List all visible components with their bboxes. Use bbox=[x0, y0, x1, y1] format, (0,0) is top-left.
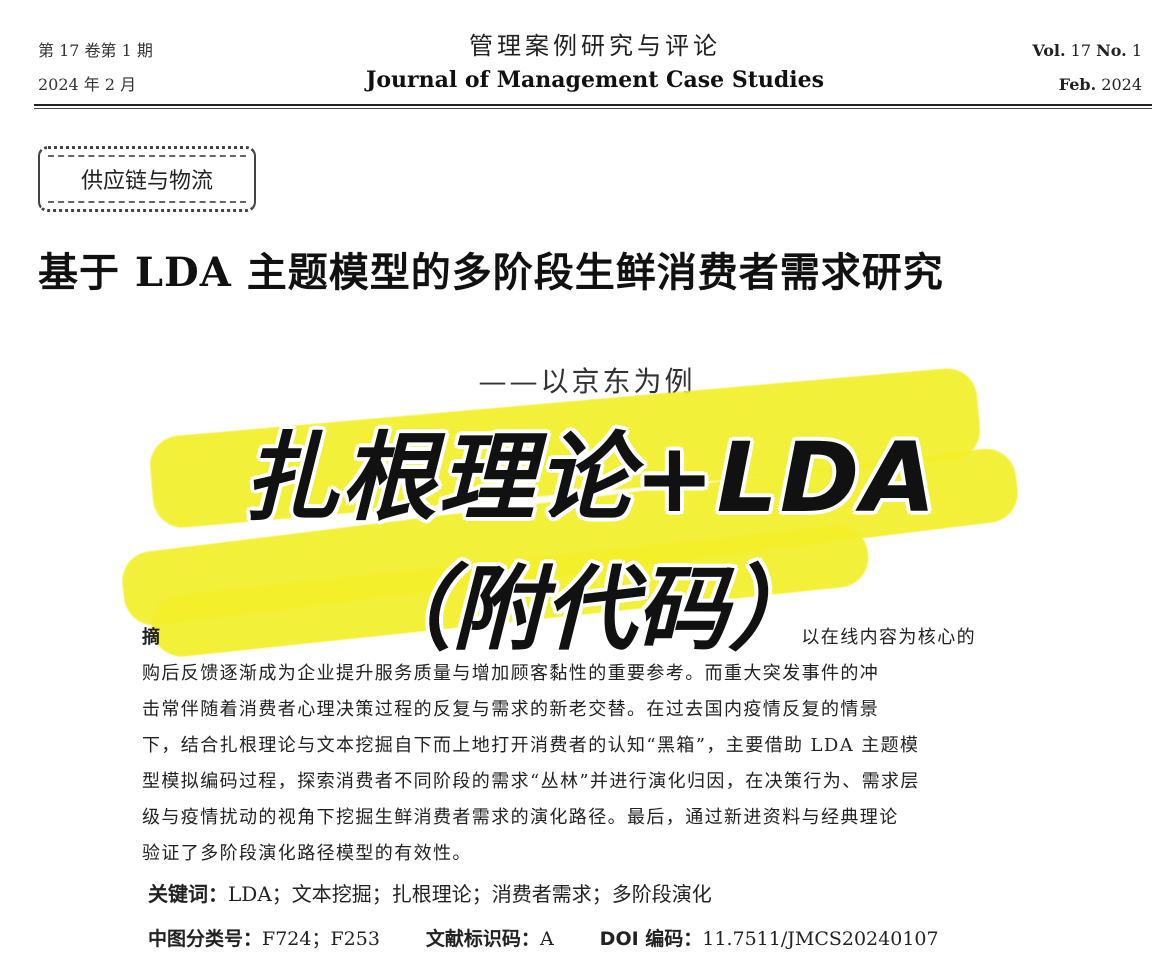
abstract: 摘 以在线内容为核心的 购后反馈逐渐成为企业提升服务质量与增加顾客黏性的重要参考。… bbox=[142, 620, 1042, 872]
doc-code-label: 文献标识码： bbox=[425, 928, 540, 950]
volume-label: Vol. bbox=[1032, 41, 1066, 60]
abstract-line: 下，结合扎根理论与文本挖掘自下而上地打开消费者的认知“黑箱”，主要借助 LDA … bbox=[142, 735, 920, 756]
month-label: Feb. bbox=[1058, 75, 1097, 94]
volume-info: Vol. 17 No. 1 Feb. 2024 bbox=[1032, 34, 1142, 102]
journal-name-en: Journal of Management Case Studies bbox=[365, 67, 825, 93]
volume-line: Vol. 17 No. 1 bbox=[1032, 34, 1142, 68]
article-subtitle: ——以京东为例 bbox=[478, 365, 696, 398]
abstract-line: 验证了多阶段演化路径模型的有效性。 bbox=[142, 843, 472, 864]
keywords: 关键词：LDA；文本挖掘；扎根理论；消费者需求；多阶段演化 bbox=[148, 878, 712, 907]
clc-label: 中图分类号： bbox=[148, 928, 263, 950]
doi-label: DOI 编码： bbox=[599, 928, 703, 950]
keywords-text: LDA；文本挖掘；扎根理论；消费者需求；多阶段演化 bbox=[228, 882, 712, 906]
year: 2024 bbox=[1101, 75, 1142, 94]
keywords-label: 关键词： bbox=[148, 882, 228, 906]
abstract-line: 以在线内容为核心的 bbox=[801, 627, 977, 648]
column-badge-label: 供应链与物流 bbox=[48, 155, 246, 203]
volume-number: 17 bbox=[1070, 41, 1092, 60]
number-label: No. bbox=[1096, 41, 1127, 60]
overlay-heading: 扎根理论+LDA bbox=[242, 422, 938, 534]
issue-number: 第 17 卷第 1 期 bbox=[38, 41, 153, 60]
doi-value: 11.7511/JMCS20240107 bbox=[702, 928, 939, 950]
journal-name-cn: 管理案例研究与评论 bbox=[469, 32, 721, 60]
month-line: Feb. 2024 bbox=[1032, 68, 1142, 102]
abstract-line: 购后反馈逐渐成为企业提升服务质量与增加顾客黏性的重要参考。而重大突发事件的冲 bbox=[142, 663, 880, 684]
abstract-line: 级与疫情扰动的视角下挖掘生鲜消费者需求的演化路径。最后，通过新进资料与经典理论 bbox=[142, 807, 899, 828]
article-title: 基于 LDA 主题模型的多阶段生鲜消费者需求研究 bbox=[38, 249, 944, 296]
clc-value: F724；F253 bbox=[262, 928, 380, 950]
header-rule-thin bbox=[34, 108, 1152, 109]
issue-info: 第 17 卷第 1 期 2024 年 2 月 bbox=[38, 34, 153, 102]
column-badge: 供应链与物流 bbox=[38, 146, 256, 212]
issue-no: 1 bbox=[1131, 41, 1142, 60]
abstract-first-line: 摘 以在线内容为核心的 bbox=[142, 620, 1042, 656]
journal-title-block: 管理案例研究与评论 Journal of Management Case Stu… bbox=[300, 26, 890, 93]
doc-code-value: A bbox=[539, 928, 554, 950]
classification-line: 中图分类号：F724；F253 文献标识码：A DOI 编码：11.7511/JMC… bbox=[148, 924, 939, 951]
issue-date: 2024 年 2 月 bbox=[38, 75, 137, 94]
abstract-line: 击常伴随着消费者心理决策过程的反复与需求的新老交替。在过去国内疫情反复的情景 bbox=[142, 699, 880, 720]
abstract-line: 型模拟编码过程，探索消费者不同阶段的需求“丛林”并进行演化归因，在决策行为、需求… bbox=[142, 771, 920, 792]
header-rule bbox=[34, 104, 1152, 106]
abstract-label: 摘 bbox=[142, 627, 162, 648]
